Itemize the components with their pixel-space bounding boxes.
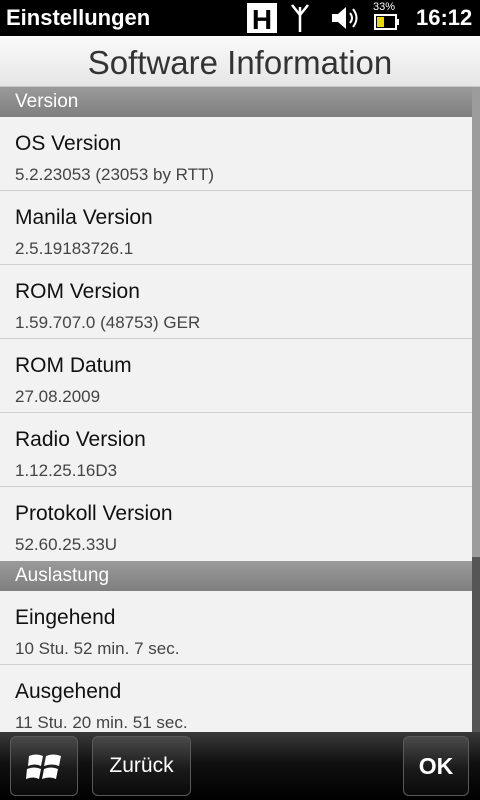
list-item-ausgehend[interactable]: Ausgehend 11 Stu. 20 min. 51 sec. [0, 665, 472, 732]
item-value: 11 Stu. 20 min. 51 sec. [15, 713, 188, 732]
item-value: 1.59.707.0 (48753) GER [15, 313, 201, 332]
page-title: Software Information [87, 44, 393, 81]
list-item-eingehend[interactable]: Eingehend 10 Stu. 52 min. 7 sec. [0, 591, 472, 665]
item-label: Protokoll Version [15, 502, 173, 525]
item-value: 52.60.25.33U [15, 535, 118, 554]
signal-icon[interactable] [288, 2, 312, 34]
h-network-icon[interactable]: H [247, 3, 277, 35]
scrollbar[interactable] [472, 87, 480, 732]
windows-start-icon [26, 754, 61, 779]
list-item-protokoll-version[interactable]: Protokoll Version 52.60.25.33U [0, 487, 472, 561]
settings-list[interactable]: Version OS Version 5.2.23053 (23053 by R… [0, 87, 480, 732]
bottom-bar: Zurück OK [0, 732, 480, 800]
item-value: 2.5.19183726.1 [15, 239, 134, 258]
item-value: 27.08.2009 [15, 387, 101, 406]
ok-button[interactable]: OK [403, 736, 469, 796]
item-value: 5.2.23053 (23053 by RTT) [15, 165, 215, 184]
volume-icon[interactable] [330, 4, 362, 32]
battery-percent: 33% [373, 1, 396, 13]
list-item-radio-version[interactable]: Radio Version 1.12.25.16D3 [0, 413, 472, 487]
item-label: ROM Datum [15, 354, 132, 377]
list-item-rom-version[interactable]: ROM Version 1.59.707.0 (48753) GER [0, 265, 472, 339]
battery-icon[interactable] [374, 14, 400, 30]
item-value: 1.12.25.16D3 [15, 461, 118, 480]
item-label: Ausgehend [15, 680, 122, 703]
back-button[interactable]: Zurück [92, 736, 191, 796]
status-bar: Einstellungen H 33% 16:12 [0, 0, 480, 36]
item-label: Radio Version [15, 428, 146, 451]
app-title: Einstellungen [6, 5, 151, 30]
item-label: ROM Version [15, 280, 140, 303]
list-item-rom-datum[interactable]: ROM Datum 27.08.2009 [0, 339, 472, 413]
page-header: Software Information [0, 36, 480, 87]
section-header-auslastung: Auslastung [0, 561, 472, 591]
item-label: Manila Version [15, 206, 153, 229]
item-value: 10 Stu. 52 min. 7 sec. [15, 639, 180, 658]
start-button[interactable] [10, 736, 78, 796]
section-header-version: Version [0, 87, 472, 117]
item-label: Eingehend [15, 606, 116, 629]
list-item-manila-version[interactable]: Manila Version 2.5.19183726.1 [0, 191, 472, 265]
item-label: OS Version [15, 132, 122, 155]
scrollbar-thumb[interactable] [472, 87, 480, 557]
clock[interactable]: 16:12 [416, 4, 472, 32]
list-item-os-version[interactable]: OS Version 5.2.23053 (23053 by RTT) [0, 117, 472, 191]
